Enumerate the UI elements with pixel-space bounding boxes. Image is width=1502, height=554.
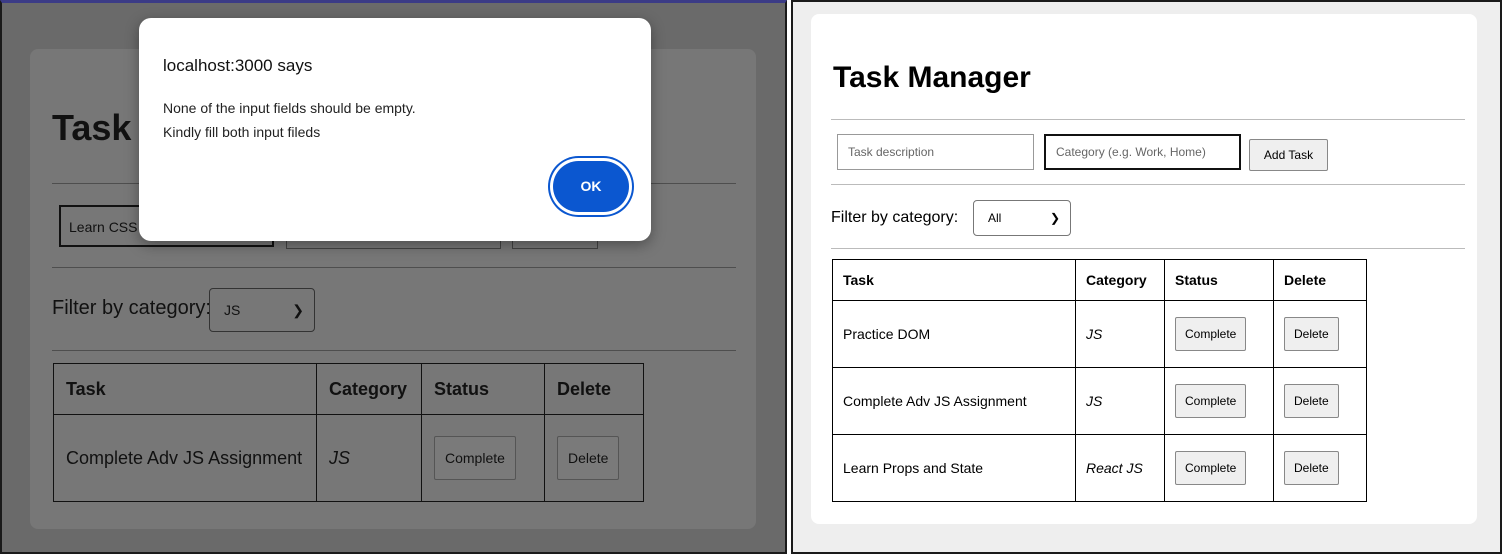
complete-button[interactable]: Complete bbox=[1175, 317, 1247, 351]
category-filter-select[interactable]: All ❯ bbox=[973, 200, 1071, 236]
task-description-input[interactable]: Task description bbox=[837, 134, 1034, 170]
dialog-ok-button[interactable]: OK bbox=[553, 161, 629, 212]
complete-button[interactable]: Complete bbox=[1175, 451, 1247, 485]
add-task-button[interactable]: Add Task bbox=[1249, 139, 1328, 171]
dialog-message: None of the input fields should be empty… bbox=[163, 96, 416, 144]
dialog-message-line-1: None of the input fields should be empty… bbox=[163, 100, 416, 116]
chevron-down-icon: ❯ bbox=[292, 302, 304, 318]
delete-button[interactable]: Delete bbox=[557, 436, 620, 480]
delete-cell: Delete bbox=[544, 414, 644, 502]
left-category-filter-select[interactable]: JS ❯ bbox=[209, 288, 315, 332]
header-status: Status bbox=[421, 363, 545, 415]
task-name: Learn Props and State bbox=[832, 434, 1076, 502]
page-title: Task Manager bbox=[833, 61, 1031, 94]
task-category: JS bbox=[1075, 300, 1165, 368]
delete-cell: Delete bbox=[1273, 367, 1367, 435]
divider-top bbox=[831, 119, 1465, 120]
task-name: Practice DOM bbox=[832, 300, 1076, 368]
complete-button[interactable]: Complete bbox=[434, 436, 516, 480]
table-header-row: Task Category Status Delete bbox=[832, 259, 1367, 301]
table-row: Complete Adv JS Assignment JS Complete D… bbox=[53, 414, 644, 502]
header-status: Status bbox=[1164, 259, 1274, 301]
task-category: JS bbox=[316, 414, 422, 502]
header-category: Category bbox=[316, 363, 422, 415]
header-task: Task bbox=[53, 363, 317, 415]
status-cell: Complete bbox=[1164, 300, 1274, 368]
delete-button[interactable]: Delete bbox=[1284, 317, 1339, 351]
left-task-table: Task Category Status Delete Complete Adv… bbox=[53, 363, 644, 502]
task-name: Complete Adv JS Assignment bbox=[832, 367, 1076, 435]
left-screenshot: Task Learn CSS Filter by category: JS ❯ … bbox=[0, 0, 787, 554]
delete-cell: Delete bbox=[1273, 434, 1367, 502]
delete-cell: Delete bbox=[1273, 300, 1367, 368]
status-cell: Complete bbox=[421, 414, 545, 502]
category-input[interactable]: Category (e.g. Work, Home) bbox=[1044, 134, 1241, 170]
left-divider-bottom bbox=[52, 350, 736, 351]
header-task: Task bbox=[832, 259, 1076, 301]
table-row: Complete Adv JS Assignment JS Complete D… bbox=[832, 367, 1367, 435]
header-category: Category bbox=[1075, 259, 1165, 301]
header-delete: Delete bbox=[1273, 259, 1367, 301]
complete-button[interactable]: Complete bbox=[1175, 384, 1247, 418]
status-cell: Complete bbox=[1164, 367, 1274, 435]
delete-button[interactable]: Delete bbox=[1284, 384, 1339, 418]
divider-bottom bbox=[831, 248, 1465, 249]
filter-label: Filter by category: bbox=[831, 209, 959, 226]
status-cell: Complete bbox=[1164, 434, 1274, 502]
task-description-placeholder: Task description bbox=[848, 145, 935, 159]
table-row: Practice DOM JS Complete Delete bbox=[832, 300, 1367, 368]
task-name: Complete Adv JS Assignment bbox=[53, 414, 317, 502]
header-delete: Delete bbox=[544, 363, 644, 415]
task-table: Task Category Status Delete Practice DOM… bbox=[832, 259, 1367, 502]
table-header-row: Task Category Status Delete bbox=[53, 363, 644, 415]
dialog-title: localhost:3000 says bbox=[163, 56, 313, 75]
left-divider-mid bbox=[52, 267, 736, 268]
category-placeholder: Category (e.g. Work, Home) bbox=[1056, 145, 1206, 159]
left-task-input-value: Learn CSS bbox=[69, 219, 138, 235]
left-page-title: Task bbox=[52, 107, 132, 148]
alert-dialog: localhost:3000 says None of the input fi… bbox=[139, 18, 651, 241]
divider-mid bbox=[831, 184, 1465, 185]
delete-button[interactable]: Delete bbox=[1284, 451, 1339, 485]
left-filter-label: Filter by category: bbox=[52, 297, 211, 319]
task-category: JS bbox=[1075, 367, 1165, 435]
table-row: Learn Props and State React JS Complete … bbox=[832, 434, 1367, 502]
chevron-down-icon: ❯ bbox=[1049, 211, 1060, 225]
dialog-message-line-2: Kindly fill both input fileds bbox=[163, 124, 321, 140]
right-screenshot: Task Manager Task description Category (… bbox=[791, 0, 1502, 554]
task-category: React JS bbox=[1075, 434, 1165, 502]
